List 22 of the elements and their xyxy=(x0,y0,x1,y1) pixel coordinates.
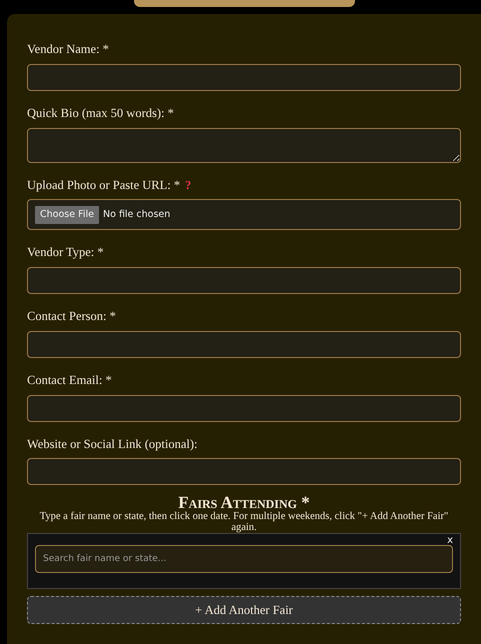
hint-text: Type a fair name or state, then click one date. For multiple weekends, click "+ Add Another Fair" again. xyxy=(38,511,450,534)
text-area[interactable] xyxy=(27,128,461,162)
help-icon[interactable]: ? xyxy=(185,178,192,192)
file-status: No file chosen xyxy=(103,208,170,222)
field-label: Vendor Type: * xyxy=(27,244,104,262)
input-field[interactable] xyxy=(27,394,461,422)
input-field[interactable] xyxy=(27,267,461,294)
field-label: Contact Person: * xyxy=(27,308,116,325)
field-label: Vendor Name: * xyxy=(27,41,109,58)
field-label: Upload Photo or Paste URL: * xyxy=(27,176,180,194)
close-button[interactable]: x xyxy=(447,536,453,546)
file-field[interactable]: Choose File No file chosen xyxy=(27,199,461,230)
add-fair-button[interactable]: + Add Another Fair xyxy=(27,596,461,624)
input-field[interactable] xyxy=(27,458,461,486)
field-label: Website or Social Link (optional): xyxy=(27,436,198,453)
input-field[interactable] xyxy=(27,64,461,91)
input-field[interactable] xyxy=(27,330,461,358)
choose-file-button[interactable]: Choose File xyxy=(35,206,99,224)
search-field[interactable]: Search fair name or state... xyxy=(35,545,453,574)
section-heading: Fairs Attending * xyxy=(178,494,310,512)
field-label: Quick Bio (max 50 words): * xyxy=(27,104,174,122)
field-label: Contact Email: * xyxy=(27,372,112,389)
